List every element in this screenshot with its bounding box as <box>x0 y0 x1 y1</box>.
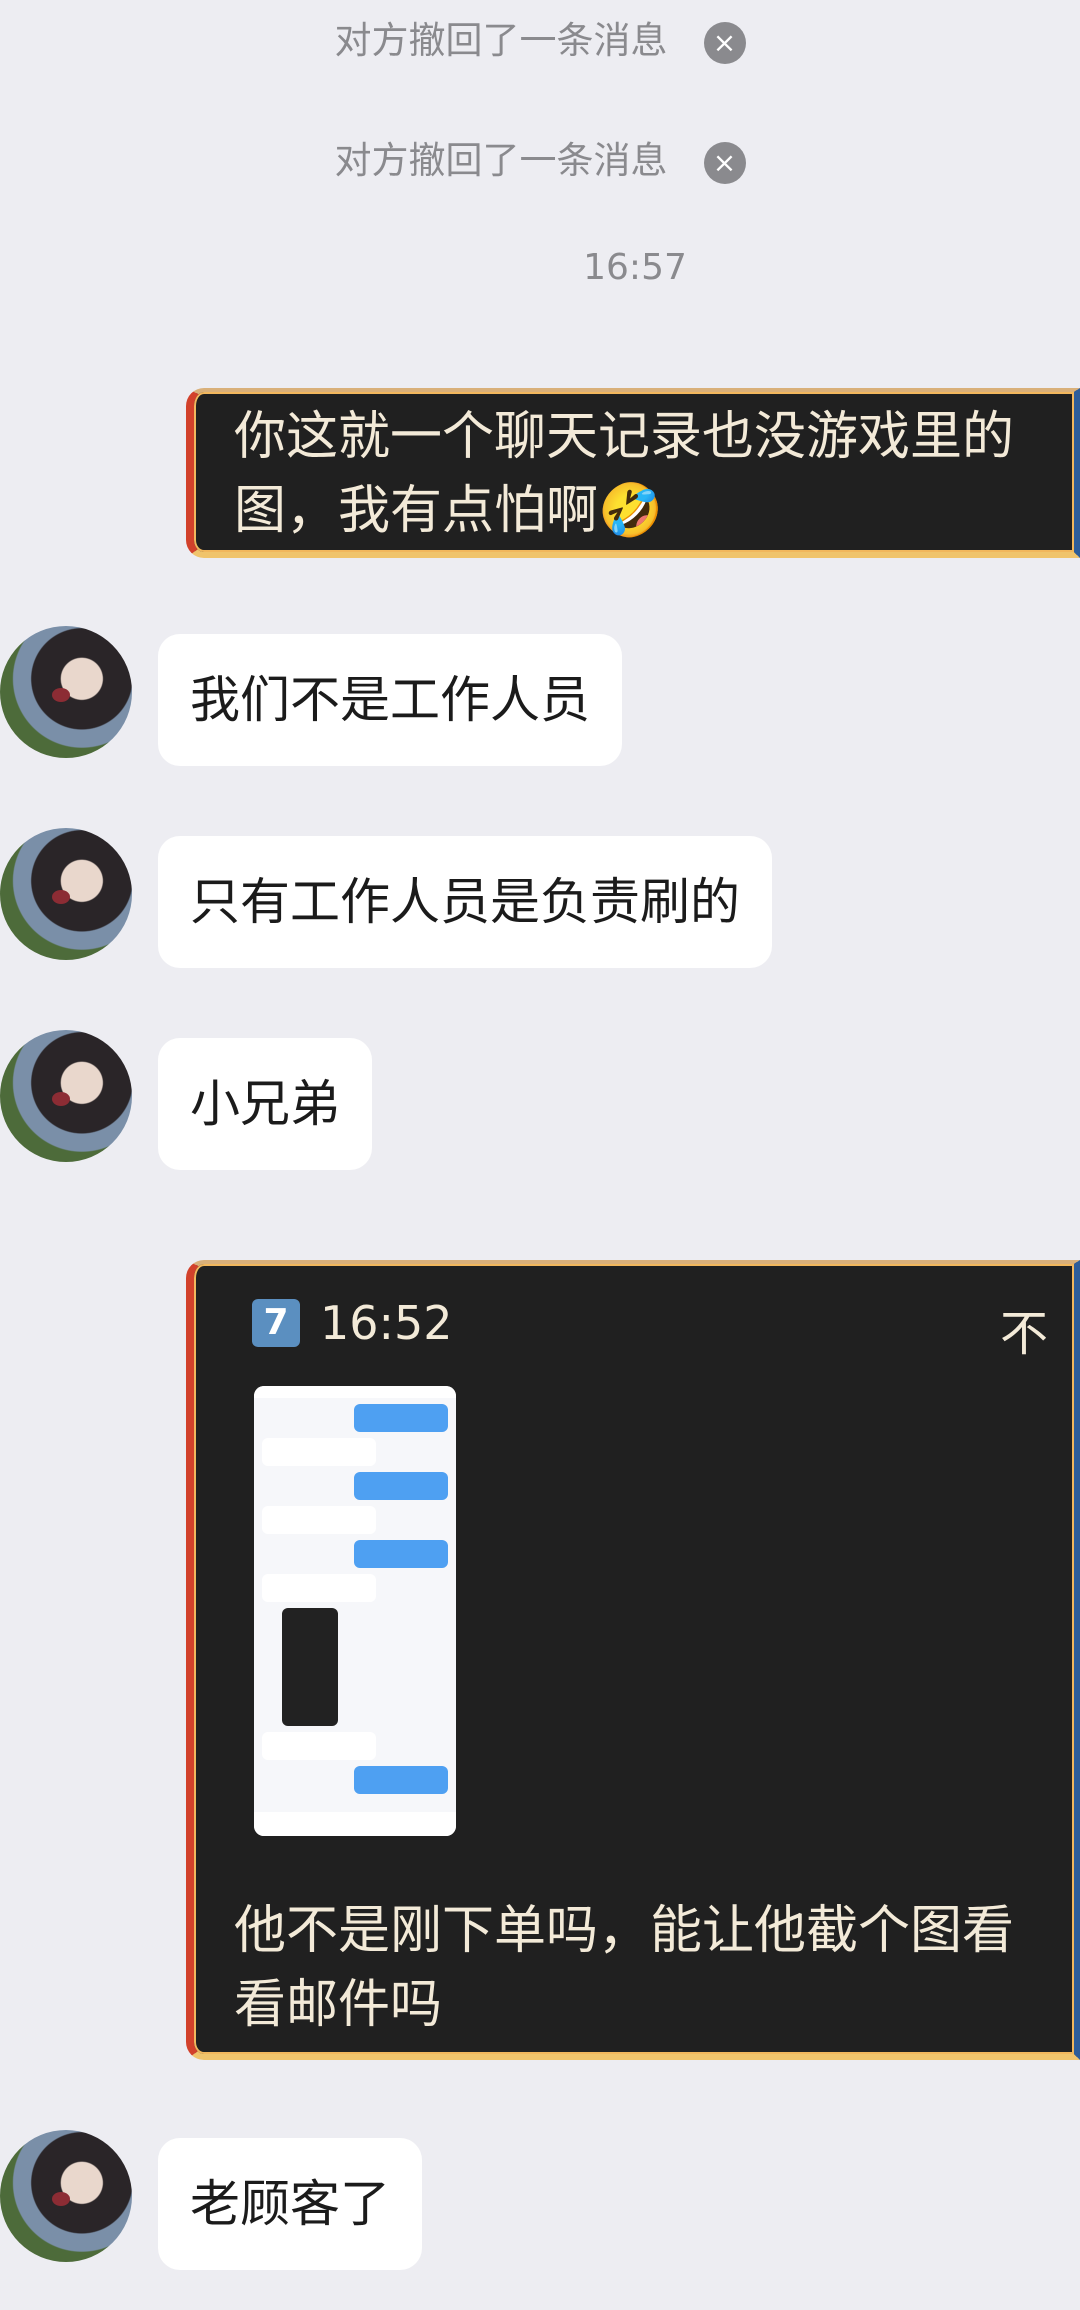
message-timestamp: 16:57 <box>583 247 687 288</box>
record-count-badge: 7 <box>252 1299 300 1347</box>
avatar[interactable] <box>0 626 132 758</box>
message-text: 你这就一个聊天记录也没游戏里的图，我有点怕啊🤣 <box>234 407 1015 541</box>
outgoing-message-2[interactable]: 7 16:52 不 他不是刚下单吗，能让他截个图看看邮件吗 <box>186 1260 1080 2060</box>
incoming-message-3[interactable]: 小兄弟 <box>158 1038 372 1170</box>
pin-icon[interactable]: 不 <box>1000 1294 1048 1364</box>
recall-notice-text: 对方撤回了一条消息 <box>334 139 668 182</box>
avatar[interactable] <box>0 1030 132 1162</box>
outgoing-message-1[interactable]: 你这就一个聊天记录也没游戏里的图，我有点怕啊🤣 <box>186 388 1080 558</box>
message-text: 他不是刚下单吗，能让他截个图看看邮件吗 <box>234 1901 1015 2035</box>
incoming-message-2[interactable]: 只有工作人员是负责刷的 <box>158 836 772 968</box>
recall-notice-2: 对方撤回了一条消息 × <box>0 130 1080 184</box>
incoming-message-4[interactable]: 老顾客了 <box>158 2138 422 2270</box>
phone-image <box>282 1608 338 1726</box>
close-icon[interactable]: × <box>703 21 746 64</box>
avatar[interactable] <box>0 2130 132 2262</box>
avatar[interactable] <box>0 828 132 960</box>
record-header: 7 16:52 <box>252 1296 453 1350</box>
screenshot-thumbnail[interactable] <box>254 1386 456 1836</box>
record-time: 16:52 <box>320 1296 453 1350</box>
incoming-message-1[interactable]: 我们不是工作人员 <box>158 634 622 766</box>
close-icon[interactable]: × <box>703 141 746 184</box>
recall-notice-text: 对方撤回了一条消息 <box>334 19 668 62</box>
recall-notice-1: 对方撤回了一条消息 × <box>0 10 1080 64</box>
